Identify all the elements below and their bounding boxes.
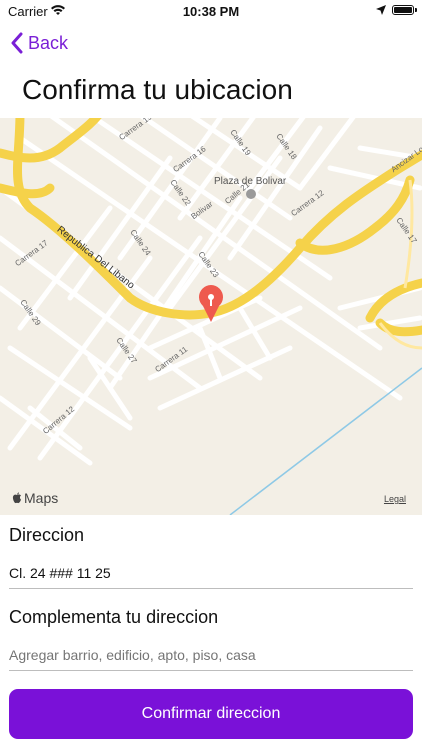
divider bbox=[9, 588, 413, 589]
status-bar: Carrier 10:38 PM bbox=[0, 0, 422, 22]
complemento-input[interactable] bbox=[9, 647, 413, 663]
complemento-label: Complementa tu direccion bbox=[9, 607, 219, 627]
confirm-button[interactable]: Confirmar direccion bbox=[9, 689, 413, 739]
apple-logo-icon bbox=[12, 492, 21, 504]
back-label: Back bbox=[28, 32, 69, 53]
page-title: Confirma tu ubicacion bbox=[22, 74, 293, 105]
direccion-label: Direccion bbox=[9, 525, 85, 545]
legal-link[interactable]: Legal bbox=[384, 494, 406, 504]
location-pin-icon bbox=[199, 285, 223, 322]
maps-attribution-label: Maps bbox=[24, 490, 59, 506]
place-label: Plaza de Bolivar bbox=[214, 176, 287, 187]
landmark-icon bbox=[246, 189, 256, 199]
location-arrow-icon bbox=[376, 5, 386, 15]
divider bbox=[9, 670, 413, 671]
battery-icon bbox=[392, 5, 417, 15]
chevron-left-icon bbox=[11, 32, 23, 54]
clock: 10:38 PM bbox=[182, 4, 240, 19]
map-view[interactable]: Carrera 16 Calle 19 Calle 18 Carrera 19 … bbox=[0, 118, 422, 515]
back-button[interactable]: Back bbox=[10, 30, 68, 56]
direccion-input[interactable] bbox=[9, 565, 413, 581]
maps-attribution: Maps bbox=[12, 490, 58, 506]
